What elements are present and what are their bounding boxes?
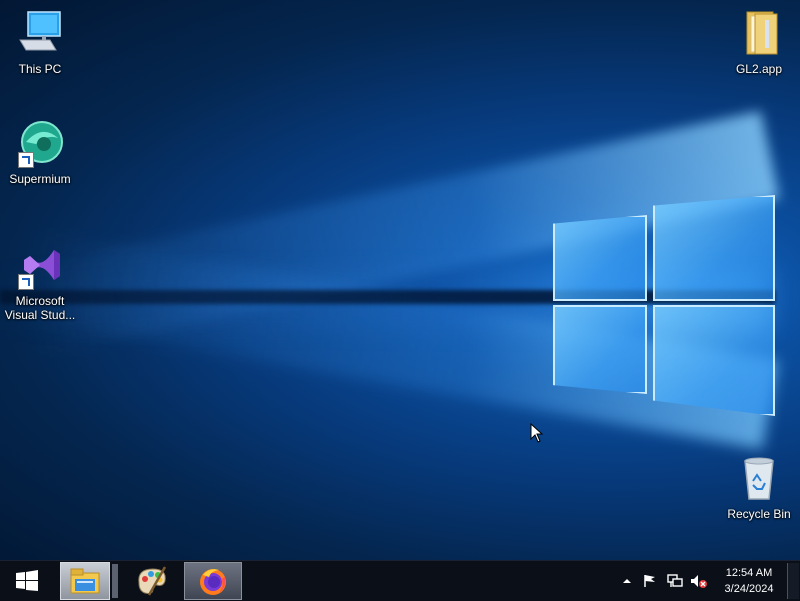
tray-volume-button[interactable]: [688, 561, 710, 601]
tray-show-hidden-button[interactable]: [618, 561, 636, 601]
paint-palette-icon: [138, 566, 167, 596]
windows-start-icon: [16, 570, 38, 591]
desktop-icon-gl2-app[interactable]: GL2.app: [719, 10, 799, 76]
visual-studio-icon: [16, 242, 64, 290]
folder-icon: [735, 10, 783, 58]
show-desktop-button[interactable]: [787, 563, 799, 599]
flag-icon: [644, 575, 655, 587]
network-icon: [667, 574, 683, 587]
taskbar-clock[interactable]: 12:54 AM 3/24/2024: [712, 565, 786, 597]
file-explorer-icon: [70, 568, 100, 594]
clock-time: 12:54 AM: [725, 567, 773, 579]
desktop-icon-visual-studio[interactable]: Microsoft Visual Stud...: [0, 242, 80, 322]
desktop[interactable]: This PC Supermium Microsoft Visual Stud.…: [0, 0, 800, 560]
computer-icon: [16, 10, 64, 58]
taskbar-button-paint[interactable]: [124, 562, 180, 600]
windows-logo-pane: [553, 305, 647, 394]
taskbar-button-firefox[interactable]: [184, 562, 242, 600]
clock-date: 3/24/2024: [724, 583, 774, 595]
windows-logo-pane: [653, 305, 775, 416]
firefox-icon: [200, 569, 226, 595]
desktop-icon-recycle-bin[interactable]: Recycle Bin: [719, 455, 799, 521]
desktop-icon-supermium[interactable]: Supermium: [0, 120, 80, 186]
tray-network-button[interactable]: [664, 561, 686, 601]
shortcut-arrow-icon: [18, 274, 34, 290]
start-button[interactable]: [0, 561, 54, 601]
tray-action-center-flag[interactable]: [640, 561, 660, 601]
mouse-cursor-icon: [530, 423, 544, 443]
volume-muted-icon: [691, 575, 707, 588]
shortcut-arrow-icon: [18, 152, 34, 168]
chevron-up-icon: [623, 579, 631, 583]
supermium-browser-icon: [16, 120, 64, 168]
taskbar-separator: [112, 564, 118, 598]
taskbar-button-file-explorer[interactable]: [60, 562, 110, 600]
windows-logo-pane: [653, 195, 775, 301]
windows-logo-pane: [553, 215, 647, 301]
recycle-bin-icon: [735, 455, 783, 503]
taskbar: 12:54 AM 3/24/2024: [0, 560, 800, 601]
desktop-icon-this-pc[interactable]: This PC: [0, 10, 80, 76]
